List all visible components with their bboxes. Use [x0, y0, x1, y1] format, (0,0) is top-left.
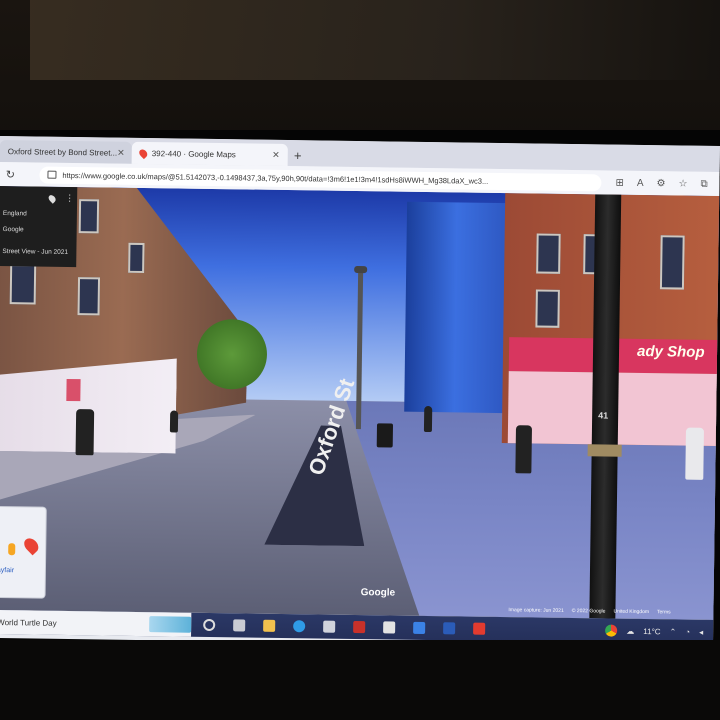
- wall-glare: [30, 0, 720, 80]
- window: [536, 233, 561, 274]
- network-icon[interactable]: ◔: [685, 627, 690, 636]
- url-text: https://www.google.co.uk/maps/@51.514207…: [62, 170, 489, 186]
- street-view[interactable]: ady Shop Oxford St 41 ⋮ England Google S…: [0, 185, 720, 621]
- search-text: World Turtle Day: [0, 617, 57, 628]
- window: [77, 277, 101, 316]
- read-aloud-icon[interactable]: A: [637, 177, 644, 188]
- window: [659, 235, 685, 290]
- pegman-icon[interactable]: [8, 543, 16, 556]
- chevron-up-icon[interactable]: ⌃: [670, 627, 677, 636]
- tab-google-maps[interactable]: 392-440 · Google Maps ✕: [131, 141, 288, 167]
- taskbar-search[interactable]: World Turtle Day: [0, 609, 192, 637]
- poster: [66, 378, 81, 402]
- lamp-post-band: [587, 444, 622, 457]
- collections-icon[interactable]: ⧉: [700, 178, 707, 189]
- pedestrian: [75, 409, 95, 456]
- shop-sign: ady Shop: [636, 342, 705, 361]
- window: [9, 264, 37, 305]
- copyright: © 2022 Google: [571, 608, 606, 615]
- close-icon[interactable]: ✕: [272, 149, 280, 160]
- favorite-icon[interactable]: ☆: [678, 178, 687, 189]
- pedestrian: [169, 410, 179, 433]
- more-vert-icon[interactable]: ⋮: [65, 193, 74, 204]
- taskbar-apps: [203, 618, 486, 635]
- info-line: England: [2, 210, 27, 218]
- pedestrian: [423, 405, 433, 433]
- minimap[interactable]: ayfair: [0, 505, 47, 599]
- pedestrian: [685, 427, 704, 480]
- new-tab-button[interactable]: +: [288, 144, 308, 166]
- tab-oxford-street[interactable]: Oxford Street by Bond Street... ✕: [0, 139, 132, 164]
- turtle-day-icon: [149, 616, 192, 633]
- close-icon[interactable]: ✕: [117, 147, 125, 158]
- app-red-icon[interactable]: [353, 620, 366, 634]
- edge-icon[interactable]: [293, 620, 306, 633]
- app-blue-icon[interactable]: [413, 621, 426, 634]
- litter-bin: [376, 423, 394, 448]
- weather-text[interactable]: 11°C: [643, 627, 660, 636]
- tab-label: Oxford Street by Bond Street...: [7, 146, 118, 158]
- minimap-label: ayfair: [0, 566, 15, 575]
- monitor-bottom-bezel: [0, 640, 720, 720]
- pole-number: 41: [598, 410, 609, 421]
- chrome-icon[interactable]: [605, 624, 618, 637]
- apps-icon[interactable]: ⊞: [615, 177, 624, 188]
- cloud-icon: ☁: [626, 626, 635, 636]
- volume-icon[interactable]: ◂: [699, 627, 703, 636]
- building-glass: [404, 201, 508, 414]
- window: [128, 242, 145, 274]
- screen: Oxford Street by Bond Street... ✕ 392-44…: [0, 136, 720, 649]
- extension-icon[interactable]: ⚙: [657, 178, 666, 189]
- browser-toolbar: ⊞ A ⚙ ☆ ⧉ ◎: [615, 177, 719, 190]
- store-icon[interactable]: [323, 620, 336, 633]
- window: [78, 199, 100, 234]
- window: [535, 289, 560, 328]
- cortana-icon[interactable]: [203, 618, 216, 632]
- google-maps-icon: [137, 147, 149, 159]
- google-logo: Google: [360, 587, 396, 599]
- tab-label: 392-440 · Google Maps: [151, 148, 236, 159]
- bt-tower-top: [354, 265, 368, 274]
- location-pin-icon: [47, 193, 58, 204]
- reload-icon[interactable]: ↻: [0, 167, 22, 181]
- word-icon[interactable]: [443, 622, 456, 635]
- map-pin-icon: [21, 535, 42, 556]
- image-capture-date: Image capture: Jun 2021: [508, 607, 564, 614]
- task-view-icon[interactable]: [233, 619, 246, 632]
- system-tray: ☁ 11°C ⌃ ◔ ◂: [605, 624, 720, 639]
- app-doc-icon[interactable]: [383, 621, 396, 634]
- file-explorer-icon[interactable]: [263, 619, 276, 632]
- acrobat-icon[interactable]: [473, 622, 486, 635]
- region: United Kingdom: [613, 608, 650, 616]
- info-line: Google: [2, 226, 24, 234]
- terms-link[interactable]: Terms: [657, 609, 671, 615]
- pedestrian: [515, 425, 533, 474]
- street-view-info-card[interactable]: ⋮ England Google Street View - Jun 2021: [0, 185, 78, 268]
- info-line: Street View - Jun 2021: [2, 248, 69, 256]
- lock-icon: [47, 170, 57, 179]
